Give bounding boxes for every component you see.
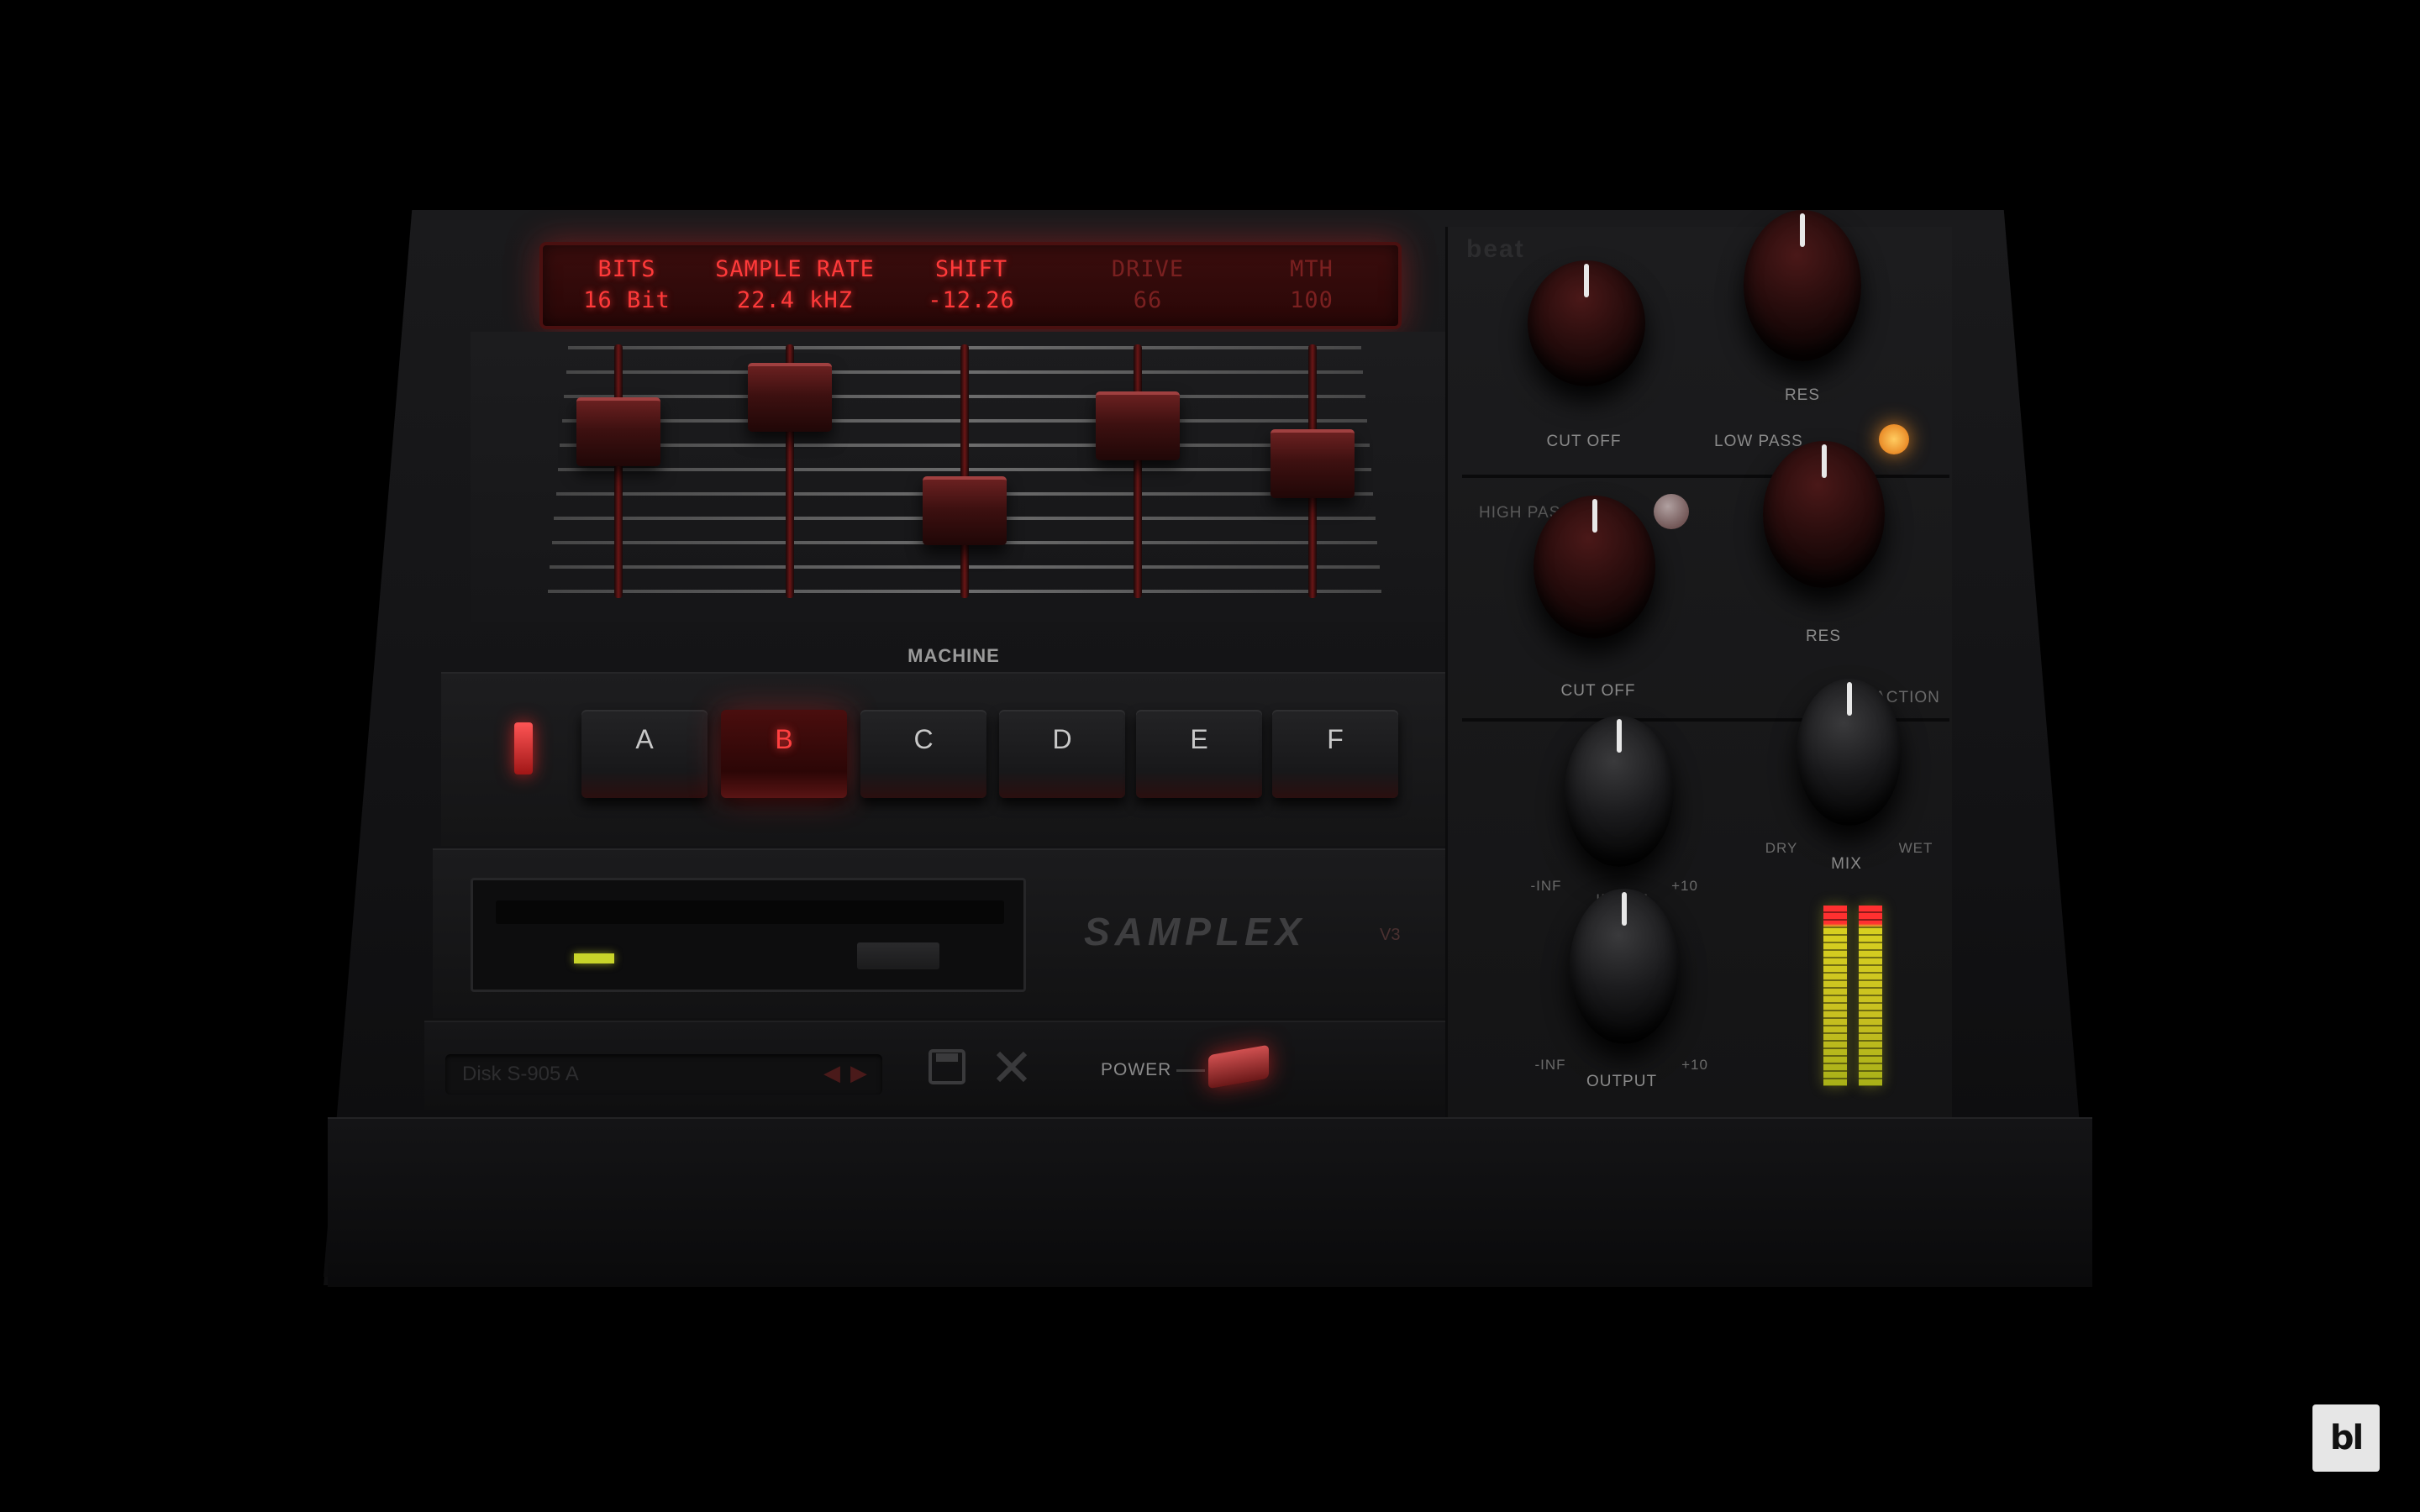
- highpass-cutoff-knob[interactable]: [1534, 496, 1655, 638]
- lcd-column-shift: SHIFT -12.26: [896, 254, 1047, 316]
- fader-sample-rate[interactable]: [748, 363, 832, 433]
- fader-track-shift: [960, 344, 969, 598]
- input-knob[interactable]: [1565, 716, 1674, 867]
- save-icon[interactable]: [928, 1048, 966, 1094]
- highpass-led[interactable]: [1654, 494, 1689, 529]
- output-knob[interactable]: [1570, 889, 1679, 1044]
- mix-label: MIX: [1831, 855, 1862, 873]
- mix-wet-label: WET: [1898, 840, 1933, 856]
- machine-button-e[interactable]: E: [1136, 710, 1262, 798]
- vu-meter-right: [1859, 906, 1882, 1086]
- lcd-value: 22.4 kHZ: [736, 287, 854, 313]
- mix-knob[interactable]: [1797, 679, 1902, 826]
- preset-next-icon[interactable]: ▶: [850, 1060, 867, 1086]
- preset-prev-icon[interactable]: ◀: [823, 1060, 840, 1086]
- lcd-label: BITS: [597, 256, 656, 282]
- power-divider: [1176, 1069, 1205, 1072]
- lcd-label: MTH: [1290, 256, 1334, 282]
- lcd-display: BITS 16 Bit SAMPLE RATE 22.4 kHZ SHIFT -…: [539, 242, 1402, 329]
- brand-logo-samplex: SAMPLEX: [1084, 910, 1307, 953]
- lcd-column-bits: BITS 16 Bit: [551, 254, 702, 316]
- highpass-res-label: RES: [1805, 627, 1842, 645]
- lowpass-cutoff-label: CUT OFF: [1546, 433, 1622, 450]
- chassis-base: [328, 1117, 2092, 1287]
- lcd-value: 16 Bit: [583, 287, 671, 313]
- machine-toggle[interactable]: [514, 722, 533, 774]
- machine-button-b[interactable]: B: [721, 710, 847, 798]
- lcd-column-mth: MTH 100: [1240, 254, 1383, 316]
- lcd-label: SAMPLE RATE: [715, 256, 875, 282]
- preset-name: Disk S-905 A: [462, 1063, 579, 1085]
- eject-button[interactable]: [857, 942, 939, 969]
- power-label: POWER: [1101, 1060, 1172, 1079]
- machine-label: MACHINE: [908, 645, 1000, 666]
- samplex-plugin: BITS 16 Bit SAMPLE RATE 22.4 kHZ SHIFT -…: [0, 0, 2420, 1512]
- fader-track-drive: [1134, 344, 1142, 598]
- fader-shift[interactable]: [923, 475, 1007, 545]
- lcd-label: SHIFT: [934, 256, 1008, 282]
- fader-bits[interactable]: [576, 396, 660, 466]
- maker-logo: beat: [1466, 235, 1525, 263]
- machine-button-f[interactable]: F: [1272, 710, 1398, 798]
- mix-dry-label: DRY: [1765, 840, 1798, 856]
- output-min-label: -INF: [1534, 1057, 1566, 1073]
- output-max-label: +10: [1681, 1057, 1708, 1073]
- highpass-cutoff-label: CUT OFF: [1560, 682, 1636, 700]
- floppy-slot[interactable]: [496, 900, 1004, 924]
- lowpass-res-knob[interactable]: [1744, 210, 1861, 361]
- lcd-label: DRIVE: [1111, 256, 1185, 282]
- drive-led: [574, 953, 614, 963]
- machine-button-d[interactable]: D: [999, 710, 1125, 798]
- output-label: OUTPUT: [1586, 1073, 1658, 1090]
- lowpass-cutoff-knob[interactable]: [1528, 260, 1645, 386]
- lcd-value: 66: [1133, 287, 1163, 313]
- machine-button-a[interactable]: A: [581, 710, 708, 798]
- fader-drive[interactable]: [1096, 391, 1180, 460]
- lcd-column-drive: DRIVE 66: [1072, 254, 1223, 316]
- highpass-res-knob[interactable]: [1763, 441, 1885, 588]
- vu-meter-left: [1823, 906, 1847, 1086]
- floppy-drive: [471, 878, 1026, 992]
- brand-version: V3: [1380, 926, 1401, 944]
- lowpass-led[interactable]: [1879, 424, 1909, 454]
- delete-icon[interactable]: [993, 1048, 1030, 1094]
- lcd-value: -12.26: [928, 287, 1015, 313]
- lcd-value: 100: [1290, 287, 1334, 313]
- lowpass-res-label: RES: [1784, 386, 1821, 404]
- fader-track-bits: [614, 344, 623, 598]
- machine-button-c[interactable]: C: [860, 710, 986, 798]
- watermark-logo: bl: [2312, 1404, 2380, 1472]
- fader-mth[interactable]: [1270, 428, 1355, 498]
- lcd-column-sample-rate: SAMPLE RATE 22.4 kHZ: [694, 254, 896, 316]
